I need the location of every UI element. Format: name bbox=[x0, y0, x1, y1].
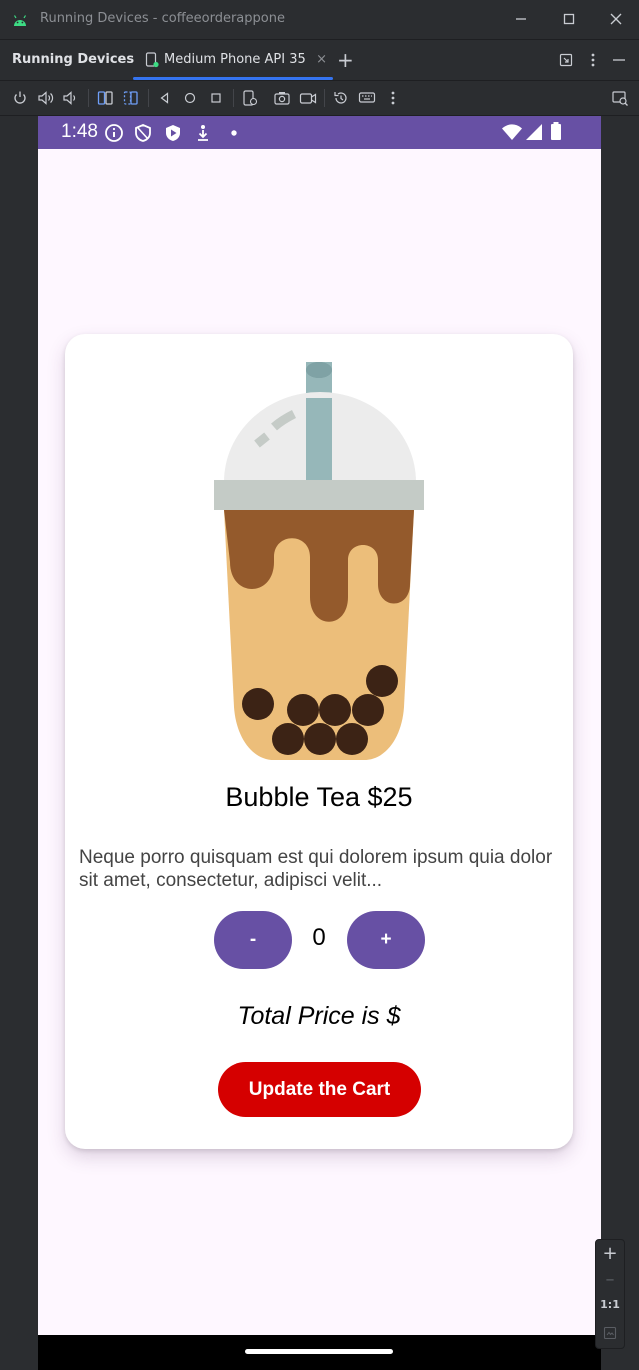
screenshot-icon[interactable] bbox=[273, 89, 291, 107]
android-icon bbox=[13, 12, 27, 31]
wifi-icon bbox=[502, 124, 522, 140]
minimize-icon[interactable] bbox=[512, 10, 530, 28]
toolbar-separator bbox=[148, 89, 149, 107]
active-tab-indicator bbox=[133, 77, 333, 80]
device-screen[interactable]: 1:48 Bubble Tea $25 Neque porro quisquam… bbox=[38, 116, 601, 1370]
product-description: Neque porro quisquam est qui dolorem ips… bbox=[79, 847, 553, 891]
signal-icon bbox=[526, 124, 542, 140]
power-icon[interactable] bbox=[11, 89, 29, 107]
keyboard-icon[interactable] bbox=[358, 89, 376, 107]
close-tab-icon[interactable]: × bbox=[316, 52, 327, 67]
toolbar-separator bbox=[88, 89, 89, 107]
window-title: Running Devices - coffeeorderappone bbox=[40, 11, 285, 26]
download-icon bbox=[198, 125, 208, 141]
tab-bar: Running Devices Medium Phone API 35 × + bbox=[0, 40, 639, 81]
navigation-bar bbox=[38, 1335, 601, 1370]
decrement-button[interactable]: - bbox=[214, 911, 292, 969]
reset-icon[interactable] bbox=[332, 89, 350, 107]
device-toolbar bbox=[0, 81, 639, 116]
info-icon bbox=[105, 124, 123, 142]
notification-dot-icon bbox=[231, 130, 237, 136]
total-price-label: Total Price is $ bbox=[237, 1002, 401, 1030]
bubble-tea-illustration bbox=[214, 362, 424, 760]
device-frame-icon[interactable] bbox=[241, 89, 259, 107]
mirror-icon[interactable] bbox=[611, 89, 629, 107]
product-name: Bubble Tea $25 bbox=[225, 782, 413, 812]
shield-icon bbox=[135, 124, 151, 142]
status-bar: 1:48 bbox=[38, 116, 601, 149]
product-card: Bubble Tea $25 Neque porro quisquam est … bbox=[65, 334, 573, 1149]
battery-icon bbox=[551, 122, 561, 140]
toolbar-separator bbox=[324, 89, 325, 107]
quantity-value: 0 bbox=[312, 924, 326, 951]
increment-button[interactable]: + bbox=[347, 911, 425, 969]
zoom-controls: + – 1:1 bbox=[595, 1239, 625, 1349]
update-cart-button[interactable]: Update the Cart bbox=[218, 1062, 421, 1117]
overview-icon[interactable] bbox=[207, 89, 225, 107]
actual-size-button[interactable]: 1:1 bbox=[596, 1298, 624, 1311]
rotate-right-icon[interactable] bbox=[122, 89, 140, 107]
add-tab-icon[interactable]: + bbox=[337, 48, 354, 72]
tab-medium-phone[interactable]: Medium Phone API 35 × bbox=[133, 40, 333, 80]
window-title-bar: Running Devices - coffeeorderappone bbox=[0, 0, 639, 40]
maximize-icon[interactable] bbox=[560, 10, 578, 28]
zoom-in-button[interactable]: + bbox=[596, 1243, 624, 1264]
play-protect-icon bbox=[166, 125, 180, 141]
home-icon[interactable] bbox=[181, 89, 199, 107]
tab-label: Medium Phone API 35 bbox=[164, 52, 306, 67]
status-time: 1:48 bbox=[61, 121, 98, 142]
toolbar-separator bbox=[233, 89, 234, 107]
back-icon[interactable] bbox=[156, 89, 174, 107]
screen-record-icon[interactable] bbox=[299, 89, 317, 107]
hide-panel-icon[interactable] bbox=[611, 52, 629, 70]
more-icon[interactable] bbox=[384, 89, 402, 107]
options-icon[interactable] bbox=[586, 52, 604, 70]
volume-down-icon[interactable] bbox=[62, 89, 80, 107]
gesture-handle[interactable] bbox=[245, 1349, 393, 1354]
rotate-left-icon[interactable] bbox=[96, 89, 114, 107]
restore-panel-icon[interactable] bbox=[558, 52, 576, 70]
zoom-out-button[interactable]: – bbox=[596, 1269, 624, 1290]
running-devices-label: Running Devices bbox=[12, 52, 135, 67]
close-window-icon[interactable] bbox=[607, 10, 625, 28]
fit-screen-icon[interactable] bbox=[596, 1324, 624, 1345]
device-tab-icon bbox=[145, 52, 159, 72]
volume-up-icon[interactable] bbox=[37, 89, 55, 107]
